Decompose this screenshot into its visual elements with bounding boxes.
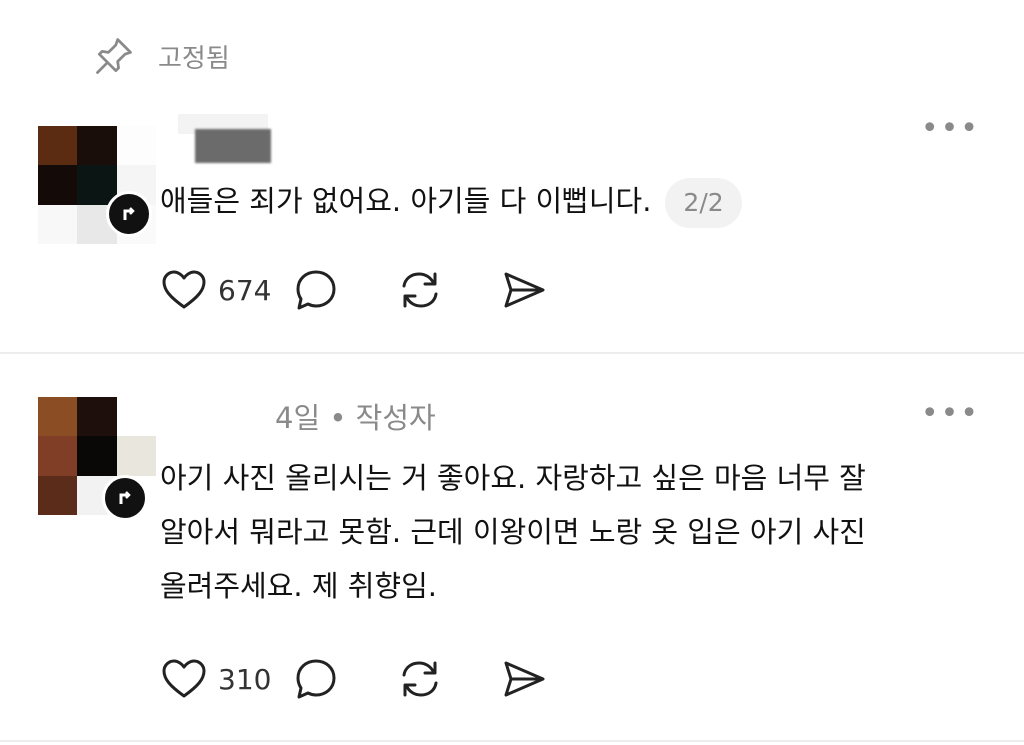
like-button[interactable]: 674 <box>160 266 292 314</box>
reply-arrow-icon <box>123 207 135 220</box>
page-indicator[interactable]: 2/2 <box>665 178 742 228</box>
send-icon <box>504 272 545 308</box>
post-meta: 4일 • 작성자 <box>275 401 436 435</box>
thread-page: 고정됨 ••• 애들은 죄가 없어요. 아기들 다 이뻡니다. 2/2 674 … <box>0 0 1024 745</box>
comment-icon <box>296 659 336 699</box>
more-options-button[interactable]: ••• <box>921 114 980 144</box>
send-icon <box>504 661 545 697</box>
comment-post: ••• 애들은 죄가 없어요. 아기들 다 이뻡니다. 2/2 674 <box>0 100 1024 352</box>
share-button[interactable] <box>500 266 548 314</box>
reply-badge <box>106 191 152 237</box>
heart-icon <box>162 659 206 698</box>
reply-arrow-icon <box>119 491 131 504</box>
divider <box>0 740 1024 742</box>
post-line: 올려주세요. 제 취향임. <box>160 569 437 603</box>
comment-post: 4일 • 작성자 ••• 아기 사진 올리시는 거 좋아요. 자랑하고 싶은 마… <box>0 385 1024 715</box>
like-button[interactable]: 310 <box>160 655 292 703</box>
comment-icon <box>296 270 336 310</box>
repost-button[interactable] <box>396 266 444 314</box>
pin-icon <box>96 38 132 74</box>
heart-icon <box>162 270 206 309</box>
action-bar: 310 <box>160 655 548 703</box>
share-button[interactable] <box>500 655 548 703</box>
repost-icon <box>402 272 438 308</box>
pinned-label: 고정됨 <box>158 43 230 74</box>
reply-badge <box>102 475 148 521</box>
comment-button[interactable] <box>292 655 340 703</box>
more-icon: ••• <box>920 396 980 431</box>
post-text: 애들은 죄가 없어요. 아기들 다 이뻡니다. 2/2 <box>160 174 742 228</box>
more-icon: ••• <box>920 111 980 146</box>
post-line: 아기 사진 올리시는 거 좋아요. 자랑하고 싶은 마음 너무 잘 <box>160 461 866 495</box>
username-redacted[interactable] <box>195 129 271 163</box>
repost-icon <box>402 661 438 697</box>
like-count: 674 <box>218 273 272 307</box>
divider <box>0 352 1024 354</box>
like-count: 310 <box>218 662 272 696</box>
post-text: 아기 사진 올리시는 거 좋아요. 자랑하고 싶은 마음 너무 잘 알아서 뭐라… <box>160 451 980 613</box>
comment-button[interactable] <box>292 266 340 314</box>
pinned-indicator: 고정됨 <box>92 34 230 78</box>
post-line: 알아서 뭐라고 못함. 근데 이왕이면 노랑 옷 입은 아기 사진 <box>160 515 866 549</box>
repost-button[interactable] <box>396 655 444 703</box>
post-body: 애들은 죄가 없어요. 아기들 다 이뻡니다. <box>160 184 652 218</box>
action-bar: 674 <box>160 266 548 314</box>
more-options-button[interactable]: ••• <box>921 399 980 429</box>
